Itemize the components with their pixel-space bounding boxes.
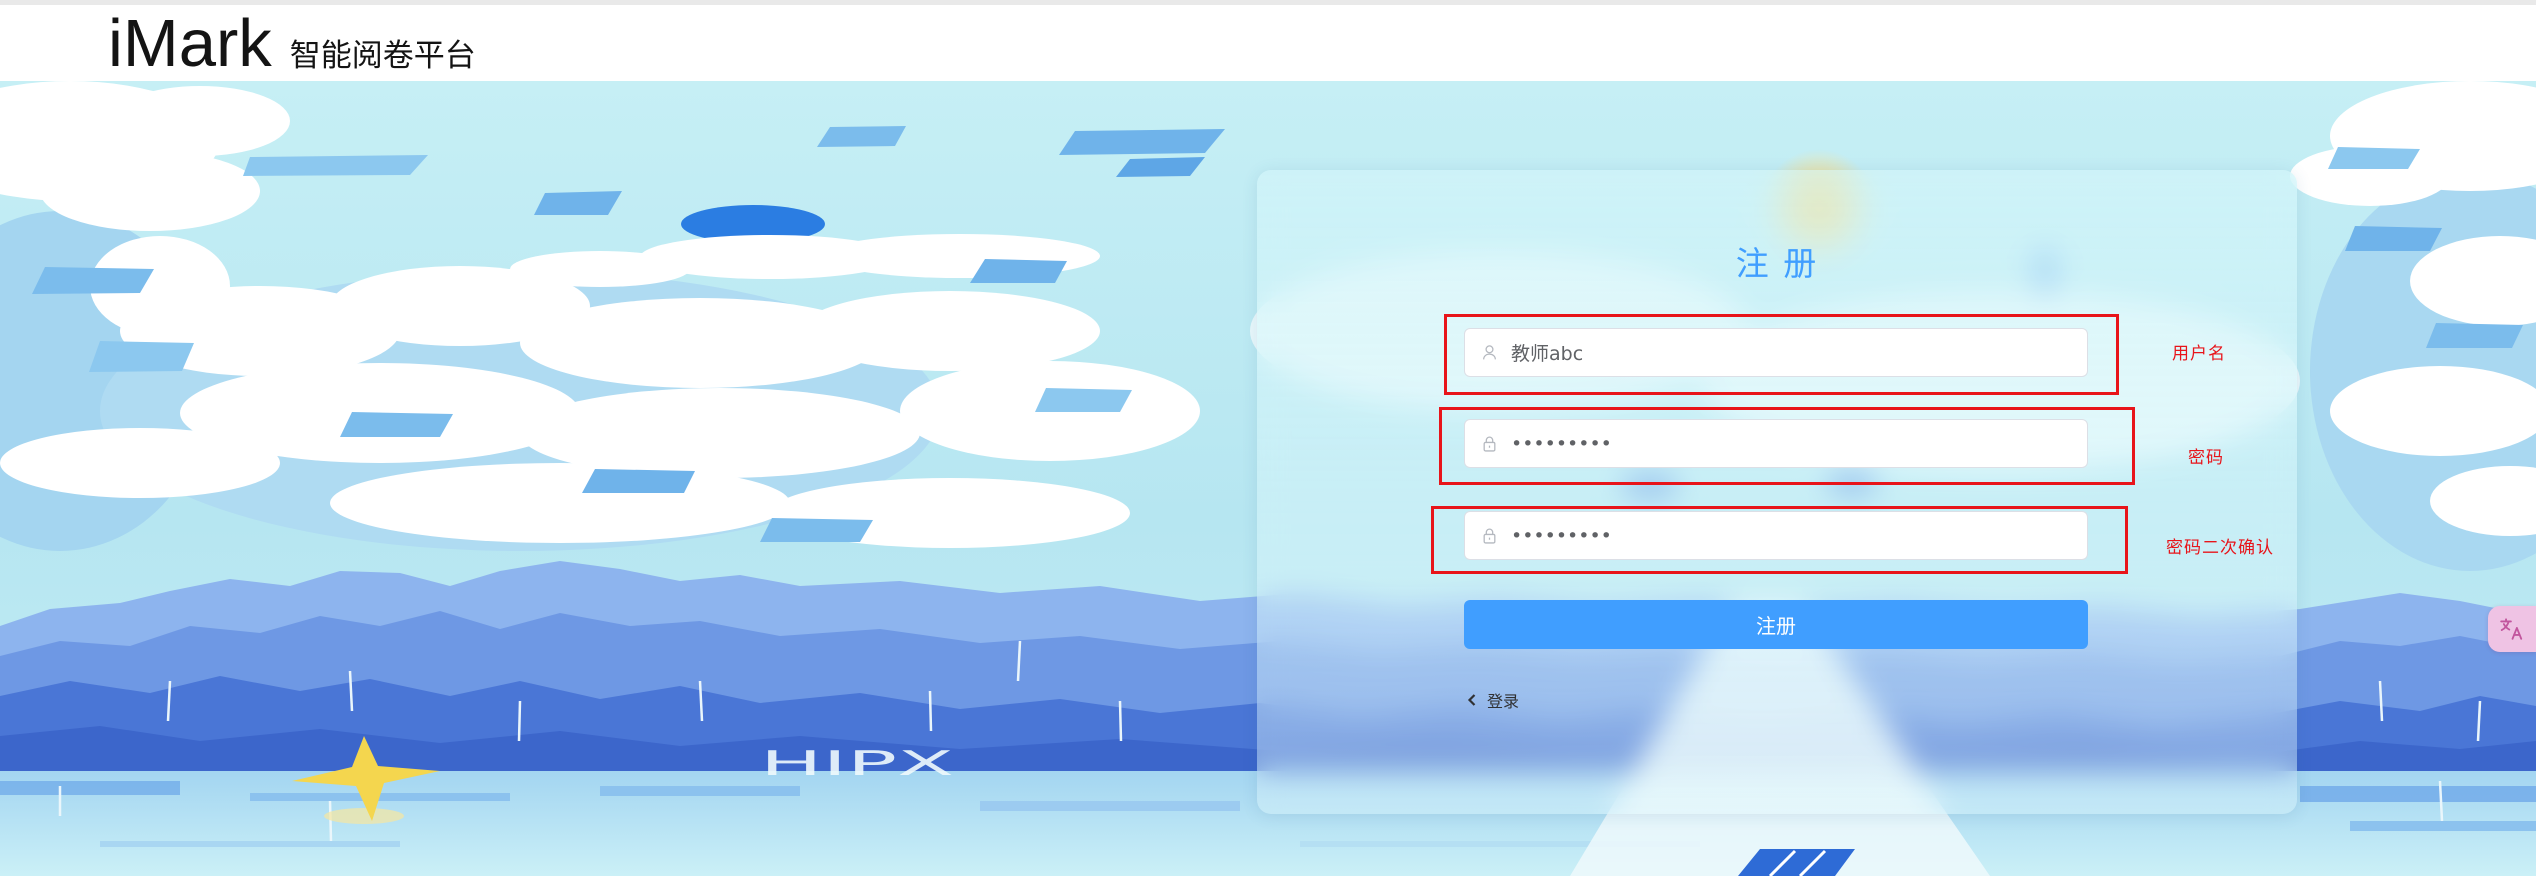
blue-flake [2328, 147, 2420, 169]
register-page: iMark 智能阅卷平台 HIPX 注 册 教师abc 注册 登录 用户名 密码… [0, 0, 2536, 876]
water-streak [2350, 821, 2536, 831]
rain-stroke [328, 800, 333, 842]
login-link-label: 登录 [1487, 692, 1520, 711]
register-button[interactable]: 注册 [1464, 600, 2088, 649]
water-streak [100, 841, 400, 847]
back-to-login-link[interactable]: 登录 [1466, 688, 1519, 712]
cloud [40, 151, 260, 231]
blue-flake [1035, 388, 1132, 412]
annotation-label-password: 密码 [2188, 448, 2224, 468]
water-streak [0, 781, 180, 795]
cloud [110, 86, 290, 156]
blue-flake [970, 259, 1067, 283]
background-watermark-text: HIPX [760, 744, 954, 784]
app-logo: iMark [108, 6, 272, 81]
blue-flake [340, 412, 453, 437]
translate-icon [2499, 616, 2525, 642]
annotation-label-confirm-password: 密码二次确认 [2166, 538, 2274, 558]
blue-flake [243, 155, 428, 176]
rain-stroke [1118, 700, 1123, 742]
annotation-box-confirm-password [1431, 506, 2128, 574]
brand: iMark 智能阅卷平台 [108, 7, 476, 81]
chevron-left-icon [1466, 692, 1478, 708]
water-streak [980, 801, 1240, 811]
app-subtitle: 智能阅卷平台 [289, 38, 476, 74]
water-streak [2300, 786, 2536, 802]
blue-flake [2426, 323, 2523, 348]
blue-flake [534, 191, 622, 215]
cloud [0, 428, 280, 498]
rain-stroke [928, 690, 933, 732]
floating-translate-button[interactable] [2488, 606, 2536, 652]
annotation-box-password [1439, 407, 2135, 485]
water-streak [600, 786, 800, 796]
blue-flake [760, 518, 873, 542]
register-card: 注 册 教师abc 注册 登录 [1257, 170, 2297, 814]
rain-stroke [517, 700, 522, 742]
blue-flake [817, 126, 906, 147]
blue-flake [32, 267, 154, 294]
cloud [330, 463, 790, 543]
blue-flake [582, 469, 695, 493]
annotation-box-username [1444, 314, 2119, 395]
blue-flake [1059, 129, 1225, 155]
top-header: iMark 智能阅卷平台 [0, 5, 2536, 81]
blue-flake [89, 341, 194, 372]
annotation-label-username: 用户名 [2172, 344, 2226, 364]
blue-flake [2345, 226, 2442, 251]
star-reflection [324, 808, 404, 824]
register-title: 注 册 [1735, 244, 1819, 283]
cloud [800, 291, 1100, 371]
